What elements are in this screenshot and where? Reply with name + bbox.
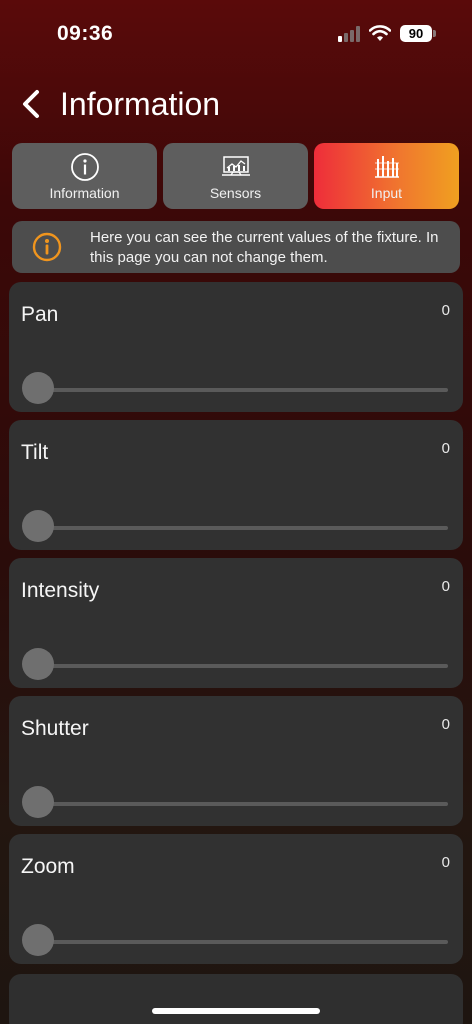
battery-indicator: 90 (400, 25, 432, 42)
channel-card-partial (9, 974, 463, 1024)
channel-value: 0 (441, 716, 450, 733)
status-bar: 09:36 90 (0, 0, 472, 60)
notice-text: Here you can see the current values of t… (90, 229, 439, 266)
slider-track[interactable] (39, 388, 448, 392)
page-title: Information (60, 86, 221, 122)
channel-label: Intensity (21, 579, 100, 602)
info-circle-icon (70, 153, 99, 181)
channel-card-zoom: Zoom 0 (9, 834, 463, 964)
channel-card-tilt: Tilt 0 (9, 420, 463, 550)
slider-track[interactable] (39, 940, 448, 944)
channel-card-pan: Pan 0 (9, 282, 463, 412)
tab-information-label: Information (49, 185, 120, 201)
tab-input-label: Input (370, 185, 403, 201)
tab-input[interactable]: Input (314, 143, 459, 209)
slider-thumb[interactable] (22, 786, 54, 818)
nav-header: Information (0, 80, 472, 130)
slider-thumb[interactable] (22, 924, 54, 956)
home-indicator[interactable] (152, 1008, 320, 1014)
channel-label: Pan (21, 303, 59, 326)
channel-card-intensity: Intensity 0 (9, 558, 463, 688)
segment-tabs: Information Sensors Input (12, 143, 460, 209)
cellular-signal-icon (338, 26, 362, 42)
channel-label: Zoom (21, 855, 75, 878)
wifi-icon (369, 25, 391, 41)
status-time: 09:36 (57, 22, 114, 45)
slider-track[interactable] (39, 526, 448, 530)
channel-card-shutter: Shutter 0 (9, 696, 463, 826)
info-notice: Here you can see the current values of t… (12, 221, 460, 273)
slider-thumb[interactable] (22, 510, 54, 542)
channel-label: Shutter (21, 717, 89, 740)
tab-sensors[interactable]: Sensors (163, 143, 308, 209)
back-button[interactable] (16, 86, 46, 122)
tab-sensors-label: Sensors (209, 185, 262, 201)
monitor-chart-icon (221, 156, 250, 176)
channel-value: 0 (441, 578, 450, 595)
battery-cap (433, 30, 436, 37)
bar-levels-icon (374, 156, 399, 178)
info-circle-icon (32, 232, 62, 262)
channel-value: 0 (441, 854, 450, 871)
tab-information[interactable]: Information (12, 143, 157, 209)
slider-track[interactable] (39, 802, 448, 806)
channel-value: 0 (441, 302, 450, 319)
chevron-left-icon (23, 90, 39, 118)
channel-value: 0 (441, 440, 450, 457)
channel-label: Tilt (21, 441, 49, 464)
slider-thumb[interactable] (22, 372, 54, 404)
slider-track[interactable] (39, 664, 448, 668)
slider-thumb[interactable] (22, 648, 54, 680)
